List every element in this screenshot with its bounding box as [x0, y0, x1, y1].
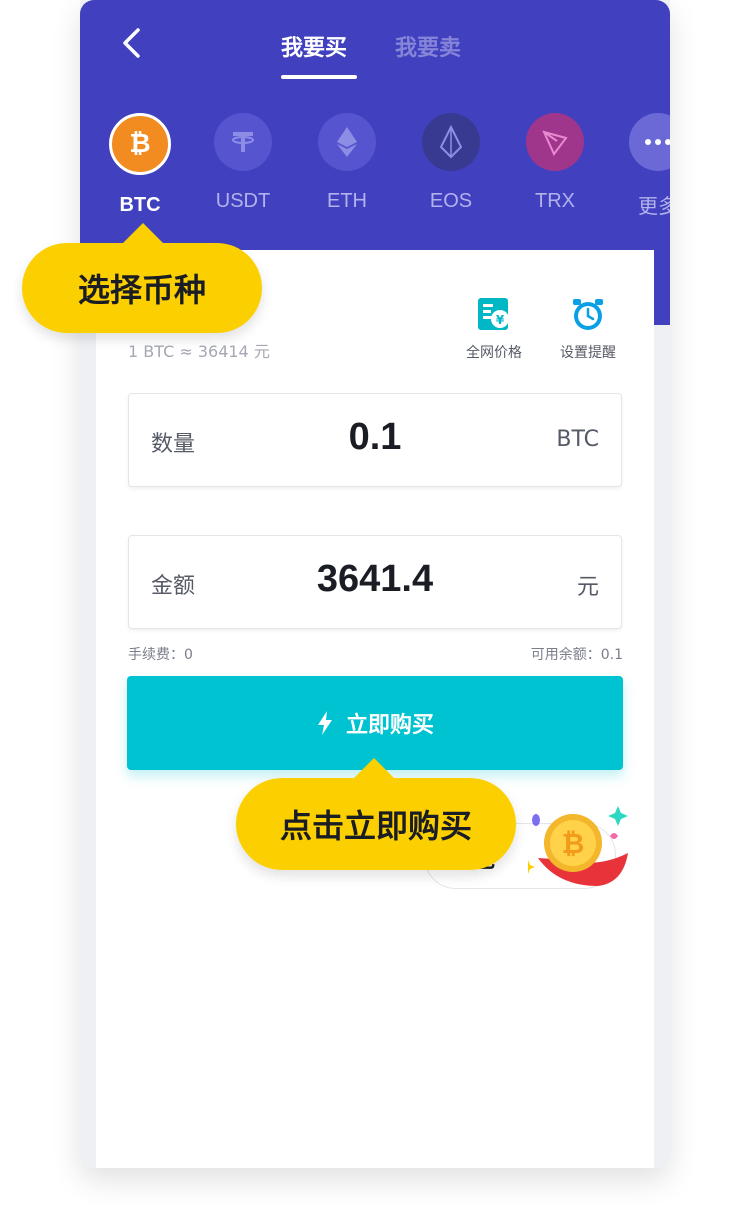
- more-icon: [629, 113, 670, 171]
- price-icon: ¥: [478, 298, 509, 330]
- amount-value[interactable]: 3641.4: [129, 558, 621, 601]
- eos-icon: [422, 113, 480, 171]
- network-price-button[interactable]: ¥ 全网价格: [466, 296, 522, 362]
- coin-eth[interactable]: ETH: [315, 113, 379, 213]
- lightning-icon: [317, 711, 332, 735]
- coin-usdt[interactable]: USDT: [211, 113, 275, 213]
- quantity-unit: BTC: [556, 427, 599, 452]
- set-alert-button[interactable]: 设置提醒: [560, 296, 616, 362]
- coin-label: USDT: [215, 190, 271, 212]
- app-screen: 我要买 我要卖 ₿ BTC USDT ETH EOS TRX 更多 1 BTC …: [80, 0, 670, 1168]
- coin-label: TRX: [535, 190, 575, 212]
- amount-unit: 元: [576, 575, 599, 600]
- amount-field[interactable]: 金额 3641.4 元: [128, 535, 622, 629]
- click-buy-tooltip-text: 点击立即购买: [279, 807, 472, 845]
- bitcoin-icon: ₿: [109, 113, 171, 175]
- back-icon[interactable]: [116, 26, 150, 60]
- alarm-clock-icon: [573, 299, 603, 330]
- click-buy-tooltip: 点击立即购买: [236, 758, 516, 870]
- set-alert-label: 设置提醒: [560, 345, 616, 361]
- svg-text:¥: ¥: [496, 313, 505, 327]
- svg-text:₿: ₿: [129, 129, 150, 159]
- tether-icon: [214, 113, 272, 171]
- svg-text:₿: ₿: [562, 827, 585, 860]
- coin-label: EOS: [429, 190, 473, 212]
- buy-now-label: 立即购买: [345, 713, 434, 738]
- coin-more[interactable]: 更多: [626, 113, 670, 219]
- red-packet-icon[interactable]: ₿: [528, 798, 633, 893]
- buy-now-button[interactable]: 立即购买: [127, 676, 623, 770]
- coin-trx[interactable]: TRX: [523, 113, 587, 213]
- tab-underline: [281, 75, 357, 79]
- quantity-value[interactable]: 0.1: [129, 416, 621, 459]
- trade-card: 1 BTC ≈ 36414 元 ¥ 全网价格 设置提醒 数量 0.1 BTC 金…: [96, 250, 654, 1168]
- exchange-rate: 1 BTC ≈ 36414 元: [128, 342, 270, 361]
- coin-label: ETH: [327, 190, 367, 212]
- fee-text: 手续费：0: [128, 647, 193, 663]
- coin-btc[interactable]: ₿ BTC: [108, 113, 172, 217]
- ethereum-icon: [318, 113, 376, 171]
- quantity-field[interactable]: 数量 0.1 BTC: [128, 393, 622, 487]
- coin-label: BTC: [119, 194, 161, 216]
- tron-icon: [526, 113, 584, 171]
- select-coin-tooltip: 选择币种: [22, 223, 262, 333]
- select-coin-tooltip-text: 选择币种: [77, 271, 206, 309]
- coin-eos[interactable]: EOS: [419, 113, 483, 213]
- network-price-label: 全网价格: [466, 345, 522, 361]
- coin-label: 更多: [638, 196, 670, 218]
- tab-sell[interactable]: 我要卖: [395, 30, 461, 62]
- tab-buy[interactable]: 我要买: [281, 30, 347, 62]
- balance-text: 可用余额：0.1: [530, 647, 623, 663]
